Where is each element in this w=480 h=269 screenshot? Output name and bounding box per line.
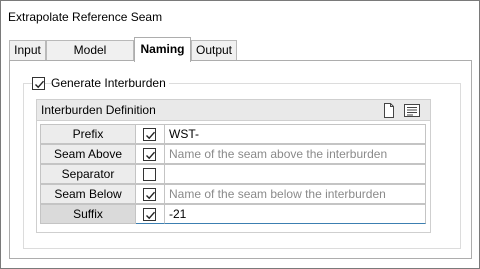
prefix-input[interactable]: WST- — [164, 124, 426, 144]
prefix-checkbox-cell — [136, 124, 164, 144]
row-separator: Separator — [40, 164, 426, 184]
generate-interburden-checkbox[interactable] — [32, 77, 45, 90]
separator-label: Separator — [40, 164, 136, 184]
suffix-checkbox[interactable] — [143, 208, 156, 221]
checkmark-icon — [146, 151, 156, 160]
generate-interburden-label: Generate Interburden — [51, 76, 169, 90]
seam-above-checkbox-cell — [136, 144, 164, 164]
row-seam-above: Seam Above Name of the seam above the in… — [40, 144, 426, 164]
separator-checkbox[interactable] — [143, 168, 156, 181]
prefix-checkbox[interactable] — [143, 128, 156, 141]
checkmark-icon — [35, 80, 45, 89]
suffix-input[interactable]: -21 — [164, 204, 426, 224]
prefix-label: Prefix — [40, 124, 136, 144]
seam-below-checkbox-cell — [136, 184, 164, 204]
row-prefix: Prefix WST- — [40, 124, 426, 144]
tab-naming[interactable]: Naming — [134, 37, 191, 62]
seam-below-label: Seam Below — [40, 184, 136, 204]
seam-above-input[interactable]: Name of the seam above the interburden — [164, 144, 426, 164]
separator-input[interactable] — [164, 164, 426, 184]
new-document-icon[interactable] — [382, 103, 396, 118]
definition-title: Interburden Definition — [41, 103, 156, 117]
definition-header: Interburden Definition — [37, 100, 430, 121]
separator-checkbox-cell — [136, 164, 164, 184]
interburden-definition-panel: Interburden Definition Prefix WST- Seam … — [36, 99, 431, 233]
row-suffix: Suffix -21 — [40, 204, 426, 224]
checkmark-icon — [146, 211, 156, 220]
seam-above-checkbox[interactable] — [143, 148, 156, 161]
seam-above-label: Seam Above — [40, 144, 136, 164]
tab-input[interactable]: Input — [9, 40, 46, 61]
list-icon[interactable] — [404, 103, 420, 118]
checkmark-icon — [146, 191, 156, 200]
tab-model-thickness[interactable]: Model Thickness — [46, 40, 134, 76]
naming-tab-panel: Generate Interburden Interburden Definit… — [9, 60, 472, 259]
dialog-title: Extrapolate Reference Seam — [8, 10, 163, 24]
seam-below-input[interactable]: Name of the seam below the interburden — [164, 184, 426, 204]
tab-output[interactable]: Output — [191, 40, 237, 61]
extrapolate-reference-seam-dialog: Extrapolate Reference Seam Input Model T… — [0, 0, 480, 269]
suffix-label: Suffix — [40, 204, 136, 224]
seam-below-checkbox[interactable] — [143, 188, 156, 201]
row-seam-below: Seam Below Name of the seam below the in… — [40, 184, 426, 204]
suffix-checkbox-cell — [136, 204, 164, 224]
checkmark-icon — [146, 131, 156, 140]
